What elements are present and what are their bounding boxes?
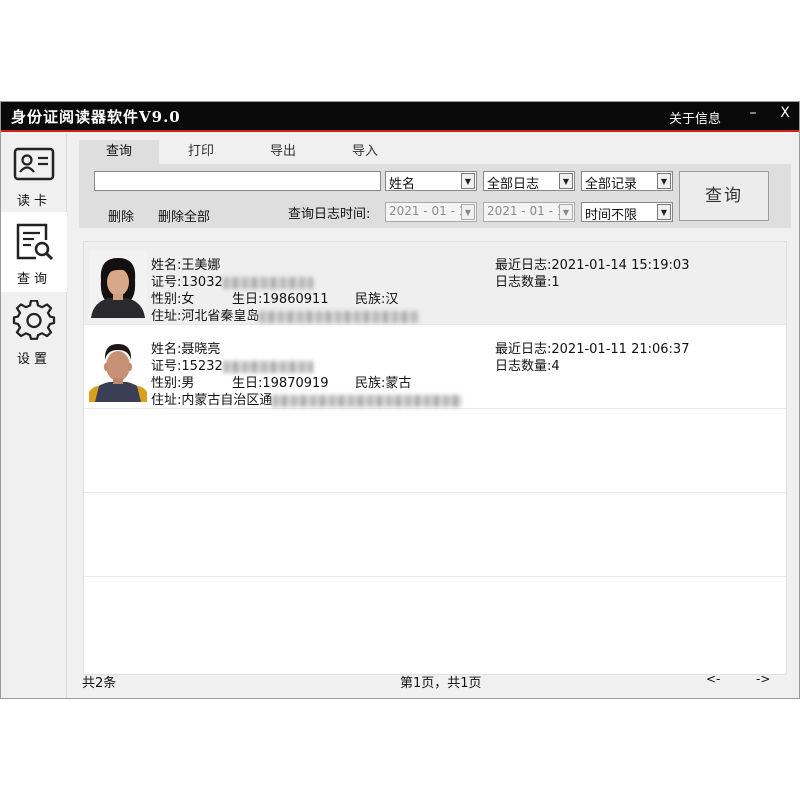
date-to-picker[interactable]: 2021 - 01 - 14 ▼	[483, 202, 575, 222]
filter-panel: 姓名 ▼ 全部日志 ▼ 全部记录 ▼ 查询 删除 删除全部 查询日志时间: 20…	[79, 164, 791, 228]
log-count-field: 日志数量:1	[495, 271, 560, 290]
record-row[interactable]: 姓名:王美娜 证号:13032 性别:女 生日:19860911 民族:汉 住址…	[84, 242, 786, 325]
record-count: 共2条	[82, 676, 117, 691]
tab-import[interactable]: 导入	[325, 140, 405, 164]
record-select-value: 全部记录	[585, 177, 638, 192]
address-label: 住址:	[151, 393, 182, 408]
tab-print[interactable]: 打印	[161, 140, 241, 164]
last-log-value: 2021-01-11 21:06:37	[551, 342, 690, 357]
log-count-value: 1	[551, 275, 560, 290]
prev-page-button[interactable]: <-	[706, 672, 720, 686]
query-button[interactable]: 查询	[679, 171, 769, 221]
address-field: 住址:河北省秦皇岛	[151, 305, 420, 324]
record-select[interactable]: 全部记录 ▼	[581, 171, 673, 192]
empty-row	[84, 494, 786, 577]
next-page-button[interactable]: ->	[756, 672, 770, 686]
log-count-value: 4	[551, 359, 560, 374]
field-select[interactable]: 姓名 ▼	[385, 171, 477, 192]
chevron-down-icon: ▼	[657, 173, 671, 189]
sidebar-item-query[interactable]: 查询	[1, 212, 67, 292]
search-document-icon	[16, 223, 54, 261]
empty-row	[84, 578, 786, 661]
chevron-down-icon: ▼	[559, 204, 573, 220]
delete-button[interactable]: 删除	[108, 206, 134, 225]
log-select-value: 全部日志	[487, 177, 540, 192]
address-field: 住址:内蒙古自治区通	[151, 389, 463, 408]
time-range-select[interactable]: 时间不限 ▼	[581, 202, 673, 223]
address-value: 内蒙古自治区通	[181, 393, 273, 408]
sidebar-item-settings[interactable]: 设置	[1, 292, 67, 372]
chevron-down-icon: ▼	[559, 173, 573, 189]
minimize-button[interactable]: –	[741, 105, 765, 127]
app-window: 身份证阅读器软件V9.0 关于信息 – X 读卡 查询 设置 查询 打印 导出 …	[0, 101, 800, 699]
date-from-picker[interactable]: 2021 - 01 - 14 ▼	[385, 202, 477, 222]
field-select-value: 姓名	[389, 177, 416, 192]
tab-export[interactable]: 导出	[243, 140, 323, 164]
chevron-down-icon: ▼	[461, 173, 475, 189]
about-info-button[interactable]: 关于信息	[669, 108, 721, 127]
chevron-down-icon: ▼	[657, 204, 671, 220]
log-time-label: 查询日志时间:	[288, 207, 371, 222]
close-button[interactable]: X	[773, 105, 797, 127]
tab-query[interactable]: 查询	[79, 140, 159, 164]
portrait-photo	[89, 334, 147, 402]
page-indicator: 第1页，共1页	[400, 676, 482, 691]
title-bar: 身份证阅读器软件V9.0 关于信息 – X	[1, 102, 799, 132]
main-panel: 查询 打印 导出 导入 姓名 ▼ 全部日志 ▼ 全部记录 ▼ 查询 删除 删除全…	[77, 134, 793, 698]
sidebar-item-read-card[interactable]: 读卡	[1, 134, 67, 214]
redacted-address	[259, 310, 420, 323]
search-input[interactable]	[94, 171, 381, 191]
record-row[interactable]: 姓名:聂晓亮 证号:15232 性别:男 生日:19870919 民族:蒙古 住…	[84, 326, 786, 409]
log-count-label: 日志数量:	[495, 359, 552, 374]
id-card-icon	[13, 147, 55, 181]
log-select[interactable]: 全部日志 ▼	[483, 171, 575, 192]
sidebar-item-label: 读卡	[16, 194, 51, 209]
last-log-value: 2021-01-14 15:19:03	[551, 258, 690, 273]
time-range-value: 时间不限	[585, 208, 638, 223]
delete-all-button[interactable]: 删除全部	[158, 206, 210, 225]
record-list: 姓名:王美娜 证号:13032 性别:女 生日:19860911 民族:汉 住址…	[83, 241, 787, 675]
redacted-id	[222, 276, 313, 289]
app-title: 身份证阅读器软件V9.0	[11, 108, 181, 126]
empty-row	[84, 410, 786, 493]
gear-icon	[12, 300, 56, 340]
sidebar-item-label: 查询	[16, 272, 51, 287]
log-count-field: 日志数量:4	[495, 355, 560, 374]
address-value: 河北省秦皇岛	[181, 309, 260, 324]
address-label: 住址:	[151, 309, 182, 324]
sidebar-item-label: 设置	[16, 352, 51, 367]
redacted-id	[222, 360, 313, 373]
redacted-address	[272, 394, 463, 407]
portrait-photo	[89, 250, 147, 318]
sidebar: 读卡 查询 设置	[1, 134, 67, 698]
chevron-down-icon: ▼	[461, 204, 475, 220]
log-count-label: 日志数量:	[495, 275, 552, 290]
